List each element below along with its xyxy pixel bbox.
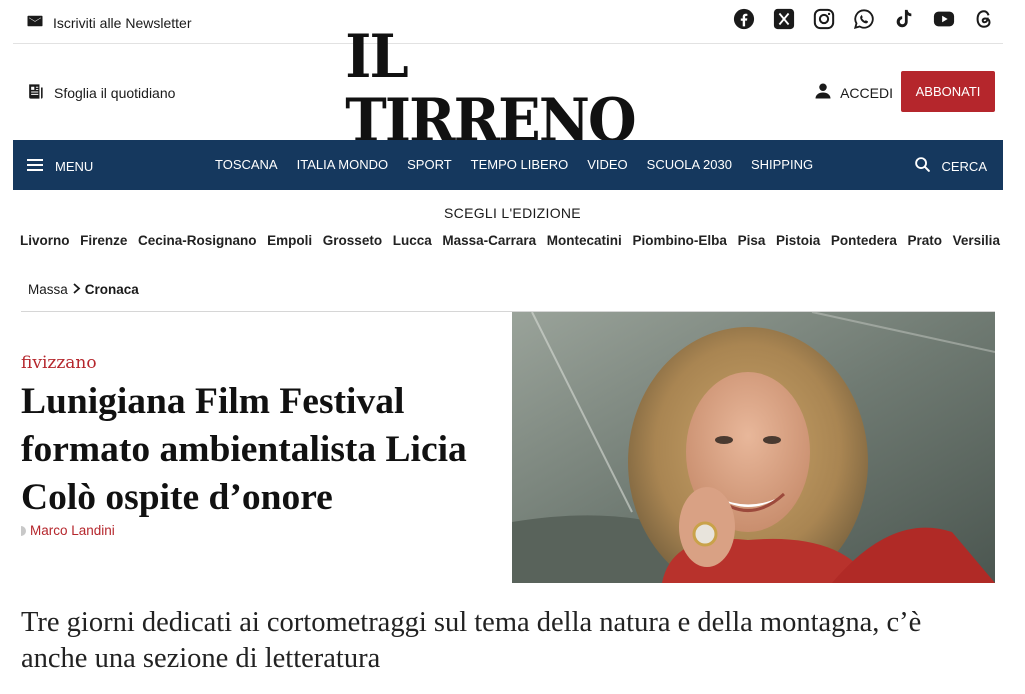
site-logo[interactable]: IL TIRRENO	[345, 25, 671, 153]
threads-icon[interactable]	[973, 8, 995, 30]
nav-link-italia-mondo[interactable]: ITALIA MONDO	[297, 157, 389, 172]
breadcrumb-parent[interactable]: Massa	[28, 282, 68, 297]
author-marker-icon	[21, 525, 26, 536]
social-links	[733, 8, 995, 30]
nav-link-scuola-2030[interactable]: SCUOLA 2030	[647, 157, 732, 172]
menu-button[interactable]: MENU	[27, 157, 93, 176]
sfoglia-label: Sfoglia il quotidiano	[54, 85, 176, 101]
edition-link[interactable]: Pisa	[738, 233, 766, 248]
edition-link[interactable]: Firenze	[80, 233, 127, 248]
author-name: Marco Landini	[30, 523, 115, 538]
nav-link-toscana[interactable]: TOSCANA	[215, 157, 278, 172]
breadcrumb-current[interactable]: Cronaca	[85, 282, 139, 297]
edition-link[interactable]: Cecina-Rosignano	[138, 233, 257, 248]
article-author[interactable]: Marco Landini	[21, 523, 115, 538]
editions-title: SCEGLI L'EDIZIONE	[444, 205, 581, 221]
user-icon	[814, 82, 832, 103]
search-icon	[914, 156, 931, 176]
nav-link-shipping[interactable]: SHIPPING	[751, 157, 813, 172]
whatsapp-icon[interactable]	[853, 8, 875, 30]
nav-link-video[interactable]: VIDEO	[587, 157, 627, 172]
sfoglia-quotidiano-link[interactable]: Sfoglia il quotidiano	[26, 82, 175, 104]
mail-icon	[26, 12, 44, 33]
edition-link[interactable]: Piombino-Elba	[632, 233, 727, 248]
site-header: Sfoglia il quotidiano IL TIRRENO ACCEDI …	[13, 25, 1003, 153]
main-nav: MENU TOSCANA ITALIA MONDO SPORT TEMPO LI…	[13, 140, 1003, 190]
article-subtitle: Tre giorni dedicati ai cortometraggi sul…	[21, 607, 922, 674]
search-label: CERCA	[941, 158, 987, 174]
facebook-icon[interactable]	[733, 8, 755, 30]
article-headline: Lunigiana Film Festival formato ambienta…	[21, 381, 467, 518]
youtube-icon[interactable]	[933, 8, 955, 30]
article-kicker[interactable]: fivizzano	[21, 353, 97, 373]
subscribe-button[interactable]: ABBONATI	[901, 71, 995, 112]
login-link[interactable]: ACCEDI	[814, 82, 893, 103]
edition-link[interactable]: Livorno	[20, 233, 70, 248]
menu-label: MENU	[55, 159, 94, 174]
edition-link[interactable]: Pontedera	[831, 233, 897, 248]
hamburger-icon	[27, 157, 43, 176]
nav-links: TOSCANA ITALIA MONDO SPORT TEMPO LIBERO …	[215, 157, 832, 172]
edition-link[interactable]: Lucca	[393, 233, 432, 248]
search-button[interactable]: CERCA	[914, 156, 987, 176]
editions-list: Livorno Firenze Cecina-Rosignano Empoli …	[20, 233, 1000, 248]
edition-link[interactable]: Grosseto	[323, 233, 382, 248]
edition-link[interactable]: Montecatini	[547, 233, 622, 248]
newsletter-label: Iscriviti alle Newsletter	[53, 14, 192, 31]
login-label: ACCEDI	[840, 84, 893, 101]
breadcrumb: Massa Cronaca	[28, 282, 139, 297]
nav-link-sport[interactable]: SPORT	[407, 157, 452, 172]
edition-link[interactable]: Pistoia	[776, 233, 820, 248]
tiktok-icon[interactable]	[893, 8, 915, 30]
nav-link-tempo-libero[interactable]: TEMPO LIBERO	[471, 157, 569, 172]
edition-link[interactable]: Massa-Carrara	[442, 233, 536, 248]
newsletter-link[interactable]: Iscriviti alle Newsletter	[26, 12, 191, 33]
article-photo	[512, 312, 995, 583]
edition-link[interactable]: Prato	[908, 233, 943, 248]
edition-link[interactable]: Versilia	[953, 233, 1000, 248]
newspaper-icon	[26, 82, 45, 104]
chevron-right-icon	[72, 282, 81, 297]
instagram-icon[interactable]	[813, 8, 835, 30]
x-icon[interactable]	[773, 8, 795, 30]
edition-link[interactable]: Empoli	[267, 233, 312, 248]
